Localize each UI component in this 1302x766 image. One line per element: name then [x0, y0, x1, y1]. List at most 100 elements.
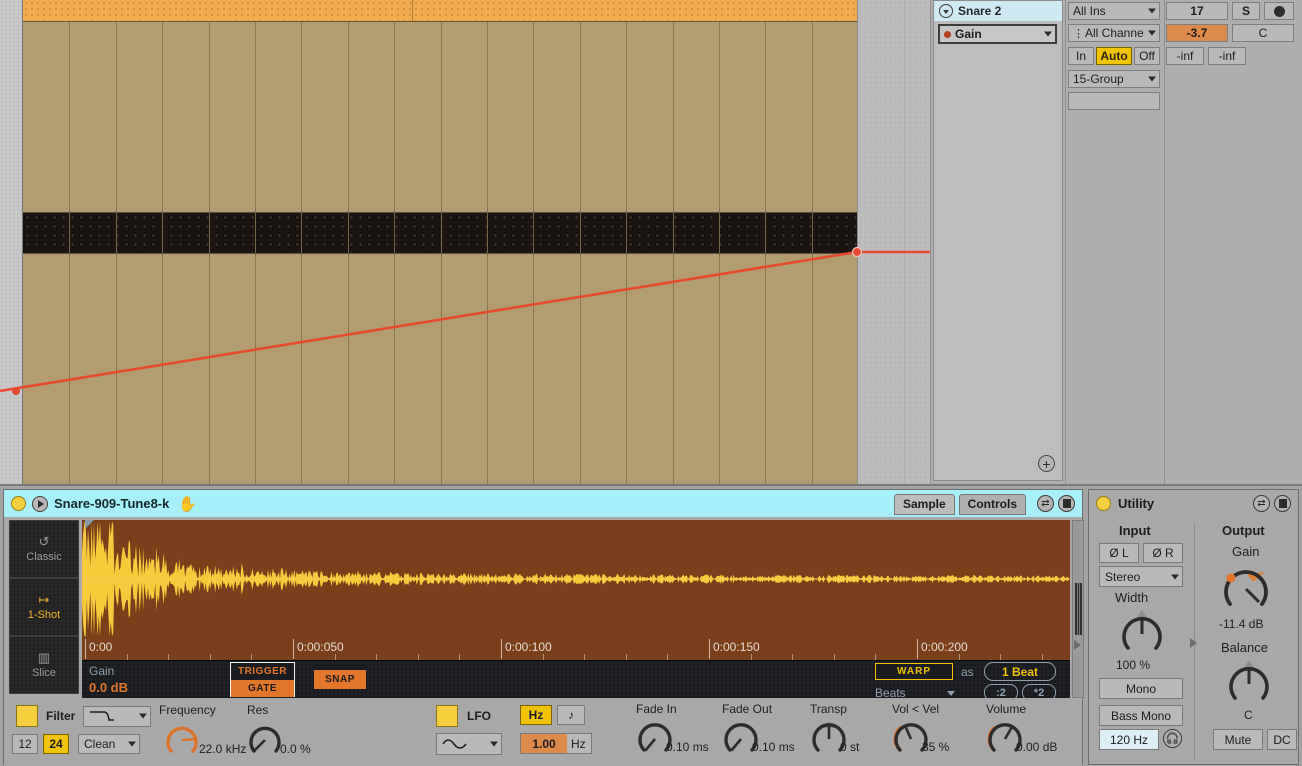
warp-button[interactable]: WARP	[875, 663, 953, 680]
utility-header-icons[interactable]: ⇄	[1253, 495, 1291, 512]
filter-res-knob[interactable]	[247, 722, 283, 763]
monitor-auto-button[interactable]: Auto	[1096, 47, 1132, 65]
chevron-down-icon[interactable]	[1148, 8, 1156, 14]
output-gain-knob[interactable]	[1217, 560, 1275, 623]
volume-field[interactable]: -3.7	[1166, 24, 1228, 42]
save-preset-icon[interactable]	[1274, 495, 1291, 512]
bass-mono-button[interactable]: Bass Mono	[1099, 705, 1183, 726]
record-arm-button[interactable]	[1264, 2, 1294, 20]
simpler-tab-group[interactable]: Sample Controls	[893, 494, 1026, 515]
chevron-down-icon[interactable]	[1044, 31, 1052, 37]
sample-controls-bar[interactable]: Gain 0.0 dB TRIGGER GATE SNAP WARP as 1 …	[82, 661, 1070, 701]
utility-expand-arrow-icon[interactable]	[1190, 638, 1197, 648]
lfo-shape-chooser[interactable]	[436, 733, 502, 755]
lfo-rate-field[interactable]: 1.00 Hz	[520, 733, 592, 754]
lfo-hz-button[interactable]: Hz	[520, 705, 552, 725]
time-ruler[interactable]: 0:00 0:00:050 0:00:100 0:00:150 0:00:200	[82, 638, 1070, 661]
chevron-down-icon[interactable]	[939, 4, 953, 18]
phase-invert-left-button[interactable]: Ø L	[1099, 543, 1139, 563]
add-device-button[interactable]: +	[1038, 455, 1055, 472]
mute-button[interactable]: Mute	[1213, 729, 1263, 750]
output-channel-chooser[interactable]	[1068, 92, 1160, 110]
sample-gain-label: Gain	[89, 664, 115, 678]
tab-controls[interactable]: Controls	[958, 494, 1026, 515]
sample-gain-value[interactable]: 0.0 dB	[89, 680, 128, 695]
chevron-down-icon[interactable]	[128, 741, 136, 747]
simpler-title-bar[interactable]: Snare-909-Tune8-k ✋ Sample Controls ⇄	[4, 490, 1082, 517]
arrangement-view[interactable]	[0, 0, 930, 484]
play-icon[interactable]	[32, 495, 48, 512]
peak-right-field[interactable]: -inf	[1208, 47, 1246, 65]
simpler-header-icons[interactable]: ⇄	[1037, 495, 1075, 512]
arrangement-empty-area[interactable]	[857, 0, 930, 484]
device-on-led-icon[interactable]	[1096, 496, 1111, 511]
track-panel[interactable]: Snare 2 Gain + All Ins ⋮ All Channe In A…	[930, 0, 1302, 484]
chevron-down-icon[interactable]	[1148, 30, 1156, 36]
panel-expand-arrow-icon[interactable]	[1074, 640, 1081, 650]
waveform-area[interactable]	[82, 520, 1070, 638]
filter-slope-12-button[interactable]: 12	[12, 734, 38, 754]
mode-slice-button[interactable]: ▥ Slice	[9, 636, 79, 694]
mode-classic-button[interactable]: ↺ Classic	[9, 520, 79, 578]
gate-option[interactable]: GATE	[231, 680, 294, 697]
chevron-down-icon[interactable]	[1148, 76, 1156, 82]
hot-swap-icon[interactable]: ⇄	[1253, 495, 1270, 512]
monitor-in-button[interactable]: In	[1068, 47, 1094, 65]
chevron-down-icon[interactable]	[139, 713, 148, 719]
chevron-down-icon[interactable]	[490, 741, 498, 747]
filter-type-chooser[interactable]	[83, 705, 152, 727]
device-on-led-icon[interactable]	[11, 496, 26, 511]
save-preset-icon[interactable]	[1058, 495, 1075, 512]
tab-sample[interactable]: Sample	[893, 494, 955, 515]
track-title-row[interactable]: Snare 2	[934, 1, 1062, 21]
warp-double-button[interactable]: *2	[1022, 684, 1056, 701]
solo-button[interactable]: S	[1232, 2, 1260, 20]
input-channel-chooser[interactable]: ⋮ All Channe	[1068, 24, 1160, 42]
scrollbar-handle[interactable]	[1075, 583, 1082, 635]
balance-knob[interactable]	[1223, 658, 1275, 715]
mode-one-shot-button[interactable]: ↦ 1-Shot	[9, 578, 79, 636]
sample-display[interactable]: 0:00 0:00:050 0:00:100 0:00:150 0:00:200 Gai…	[82, 520, 1070, 701]
utility-title-bar[interactable]: Utility ⇄	[1089, 490, 1298, 517]
peak-left-field[interactable]: -inf	[1166, 47, 1204, 65]
trigger-option[interactable]: TRIGGER	[231, 663, 294, 680]
warp-mode-chooser[interactable]: Beats	[875, 684, 961, 701]
filter-frequency-knob[interactable]	[164, 722, 200, 763]
sample-vertical-scrollbar[interactable]	[1072, 520, 1084, 698]
warp-halve-button[interactable]: :2	[984, 684, 1018, 701]
warp-length-field[interactable]: 1 Beat	[984, 662, 1056, 681]
phase-invert-right-button[interactable]: Ø R	[1143, 543, 1183, 563]
track-device-column[interactable]: Snare 2 Gain +	[933, 0, 1063, 481]
hot-swap-icon[interactable]: ⇄	[1037, 495, 1054, 512]
output-type-chooser[interactable]: 15-Group	[1068, 70, 1160, 88]
sample-start-marker[interactable]	[85, 520, 94, 529]
track-mixer-column[interactable]: 17 S -3.7 C -inf -inf	[1166, 0, 1302, 484]
lfo-note-sync-button[interactable]: ♪	[557, 705, 585, 725]
device-chooser-gain[interactable]: Gain	[938, 24, 1057, 44]
lfo-enable-toggle[interactable]	[436, 705, 458, 727]
mono-button[interactable]: Mono	[1099, 678, 1183, 699]
dc-button[interactable]: DC	[1267, 729, 1297, 750]
track-number-button[interactable]: 17	[1166, 2, 1228, 20]
track-io-column[interactable]: All Ins ⋮ All Channe In Auto Off 15-Grou…	[1068, 0, 1164, 484]
chevron-down-icon[interactable]	[1171, 574, 1179, 579]
simpler-control-strip[interactable]: Filter 12 24 Clean Frequency Res 22.0 kH…	[4, 700, 1082, 766]
width-knob[interactable]	[1116, 608, 1168, 665]
input-type-chooser[interactable]: All Ins	[1068, 2, 1160, 20]
simpler-device[interactable]: Snare-909-Tune8-k ✋ Sample Controls ⇄ ↺ …	[3, 489, 1084, 766]
headphone-icon[interactable]: 🎧	[1163, 729, 1182, 748]
snap-button[interactable]: SNAP	[314, 670, 366, 689]
audio-clip-header[interactable]	[23, 0, 857, 22]
trigger-gate-toggle[interactable]: TRIGGER GATE	[230, 662, 295, 697]
channel-mode-chooser[interactable]: Stereo	[1099, 566, 1183, 587]
playback-mode-group[interactable]: ↺ Classic ↦ 1-Shot ▥ Slice	[9, 520, 79, 698]
chevron-down-icon[interactable]	[947, 691, 955, 696]
bass-mono-frequency-field[interactable]: 120 Hz	[1099, 729, 1159, 750]
filter-slope-24-button[interactable]: 24	[43, 734, 69, 754]
filter-enable-toggle[interactable]	[16, 705, 38, 727]
filter-circuit-chooser[interactable]: Clean	[78, 734, 140, 754]
monitor-off-button[interactable]: Off	[1134, 47, 1160, 65]
audio-clip-body[interactable]	[23, 22, 857, 484]
pan-field[interactable]: C	[1232, 24, 1294, 42]
utility-device[interactable]: Utility ⇄ Input Ø L Ø R Stereo Width 100…	[1088, 489, 1299, 765]
